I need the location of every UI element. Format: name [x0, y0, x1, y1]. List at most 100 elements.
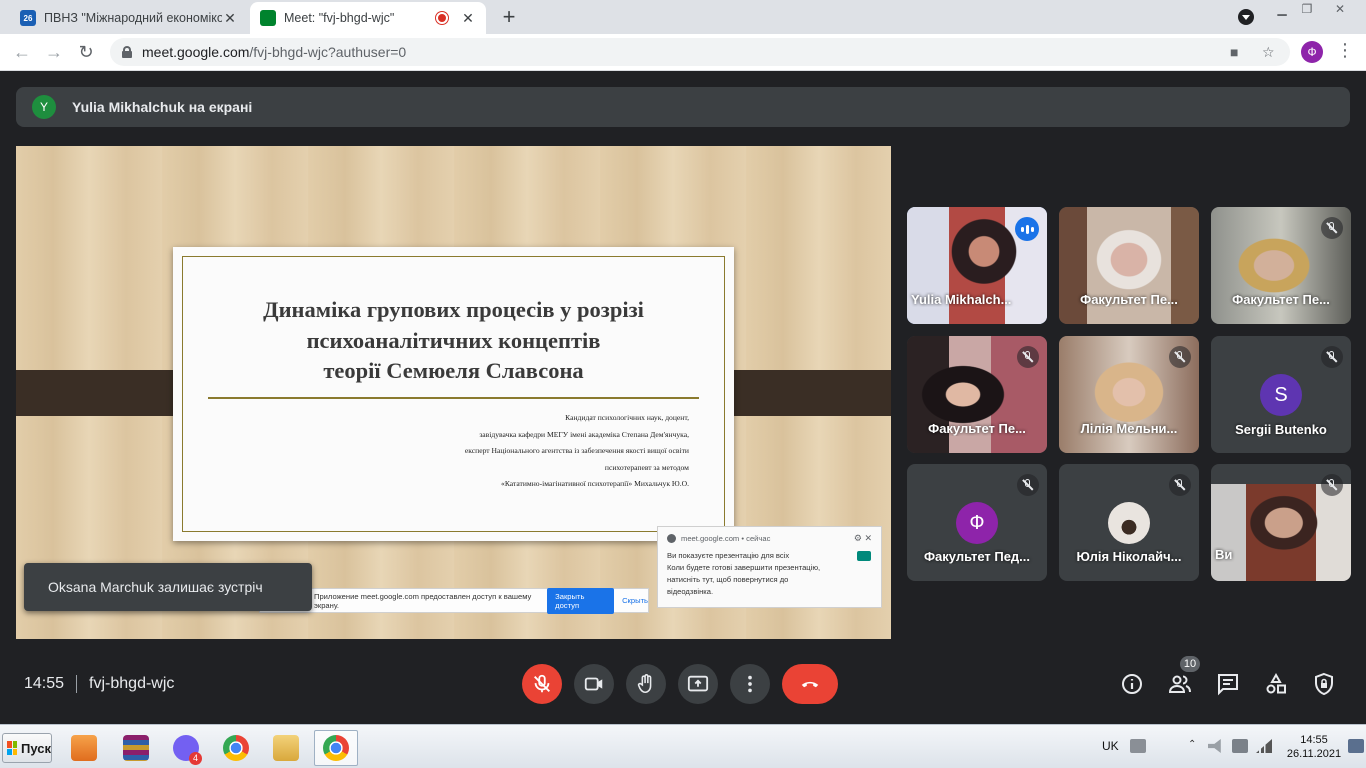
speaking-indicator-icon [1015, 217, 1039, 241]
more-options-button[interactable] [730, 664, 770, 704]
minimize-window-button[interactable]: ▁ [1268, 0, 1296, 18]
windows-logo-icon [7, 741, 17, 755]
participant-tile[interactable]: Факультет Пе... [1059, 207, 1199, 324]
hand-icon [637, 674, 652, 694]
tab-search-icon[interactable] [1238, 9, 1254, 25]
media-player-icon [71, 735, 97, 761]
taskbar-winrar[interactable] [114, 730, 158, 766]
presenter-avatar: Y [32, 95, 56, 119]
chat-button[interactable] [1215, 671, 1241, 697]
restore-window-button[interactable]: ❐ [1293, 0, 1321, 18]
winrar-icon [123, 735, 149, 761]
close-tab-icon[interactable]: ✕ [460, 10, 476, 27]
forward-arrow-icon[interactable]: → [42, 40, 66, 64]
tab-title: ПВНЗ "Міжнародний економіко [44, 11, 222, 25]
taskbar-chrome[interactable] [214, 730, 258, 766]
participant-tile[interactable]: Yulia Mikhalch... [907, 207, 1047, 324]
muted-mic-icon [1321, 474, 1343, 496]
present-screen-button[interactable] [678, 664, 718, 704]
browser-tab-meet[interactable]: Meet: "fvj-bhgd-wjc" ✕ [250, 2, 486, 34]
muted-mic-icon [1169, 474, 1191, 496]
host-controls-button[interactable] [1311, 671, 1337, 697]
slide-right-band [714, 370, 891, 416]
participant-avatar-photo [1108, 502, 1150, 544]
meeting-details-button[interactable] [1119, 671, 1145, 697]
slide-left-band [16, 370, 192, 416]
system-clock[interactable]: 14:55 26.11.2021 [1284, 733, 1344, 761]
show-desktop-icon[interactable] [1348, 739, 1364, 753]
slide-subtitle: Кандидат психологічних наук, доцент, зав… [464, 413, 689, 488]
muted-mic-icon [1321, 346, 1343, 368]
shield-lock-icon [1315, 672, 1333, 696]
address-bar[interactable]: meet.google.com/fvj-bhgd-wjc?authuser=0 … [110, 38, 1290, 66]
people-icon [1168, 675, 1191, 693]
bookmark-star-icon[interactable]: ☆ [1262, 44, 1275, 61]
browser-menu-icon[interactable]: ⋮ [1336, 40, 1354, 61]
activities-button[interactable] [1263, 671, 1289, 697]
start-button[interactable]: Пуск [2, 733, 52, 763]
back-arrow-icon[interactable]: ← [10, 40, 34, 64]
muted-mic-icon [1017, 474, 1039, 496]
url-text: meet.google.com/fvj-bhgd-wjc?authuser=0 [142, 44, 407, 60]
close-window-button[interactable]: ✕ [1326, 0, 1354, 18]
hide-share-bar-button[interactable]: Скрыть [622, 596, 648, 605]
folder-icon [273, 735, 299, 761]
participant-avatar: S [1260, 374, 1302, 416]
new-tab-button[interactable]: + [496, 4, 522, 30]
meet-app-icon [857, 551, 871, 561]
browser-tab-university[interactable]: 26 ПВНЗ "Міжнародний економіко ✕ [10, 2, 248, 34]
participant-tile[interactable]: Лілія Мельни... [1059, 336, 1199, 453]
activities-icon [1266, 672, 1286, 694]
recording-indicator-icon [436, 12, 448, 24]
participant-avatar: Ф [956, 502, 998, 544]
browser-toolbar: ← → ↻ meet.google.com/fvj-bhgd-wjc?authu… [0, 34, 1366, 71]
participant-tile[interactable]: Ф Факультет Пед... [907, 464, 1047, 581]
stop-sharing-button[interactable]: Закрыть доступ [547, 587, 615, 614]
taskbar-media-player[interactable] [62, 730, 106, 766]
browser-tab-strip: 26 ПВНЗ "Міжнародний економіко ✕ Meet: "… [0, 0, 1366, 34]
participant-count-badge: 10 [1180, 656, 1200, 672]
chat-icon [1218, 674, 1238, 696]
participant-tile-self[interactable]: Ви [1211, 464, 1351, 581]
camera-toggle-button[interactable] [574, 664, 614, 704]
leave-call-button[interactable] [782, 664, 838, 704]
presenting-notification[interactable]: meet.google.com • сейчас ⚙ ✕ Ви показуєт… [657, 526, 882, 608]
chrome-icon [223, 735, 249, 761]
presenter-banner: Y Yulia Mikhalchuk на екрані [16, 87, 1350, 127]
participant-tile[interactable]: Факультет Пе... [907, 336, 1047, 453]
meeting-code: fvj-bhgd-wjc [89, 675, 175, 692]
hang-up-icon [801, 681, 819, 688]
taskbar-viber[interactable]: 4 [164, 730, 208, 766]
keyboard-icon[interactable] [1130, 739, 1146, 753]
participant-tile[interactable]: Юлія Ніколайч... [1059, 464, 1199, 581]
notification-close-icon[interactable]: ⚙ ✕ [854, 533, 872, 544]
slide-title: Динаміка групових процесів у розрізі пси… [263, 297, 644, 383]
volume-icon[interactable] [1208, 739, 1221, 753]
self-video [1211, 484, 1351, 581]
muted-mic-icon [1321, 217, 1343, 239]
presentation-slide: Динаміка групових процесів у розрізі пси… [173, 247, 734, 541]
reload-icon[interactable]: ↻ [74, 40, 98, 64]
camera-in-use-icon[interactable]: ■ [1230, 44, 1238, 60]
tab-title: Meet: "fvj-bhgd-wjc" [284, 11, 395, 25]
taskbar-chrome-profile[interactable] [314, 730, 358, 766]
muted-mic-icon [1169, 346, 1191, 368]
raise-hand-button[interactable] [626, 664, 666, 704]
network-icon[interactable] [1256, 739, 1272, 753]
mic-toggle-button[interactable] [522, 664, 562, 704]
close-tab-icon[interactable]: ✕ [222, 10, 238, 27]
windows-taskbar: Пуск 4 UK ⌃ 14:55 26.11.2021 [0, 724, 1366, 768]
mic-off-icon [534, 674, 550, 693]
profile-avatar[interactable]: Ф [1301, 41, 1323, 63]
taskbar-explorer[interactable] [264, 730, 308, 766]
show-hidden-icons-icon[interactable]: ⌃ [1188, 739, 1198, 753]
lock-icon[interactable] [122, 46, 132, 58]
calendar-favicon-icon: 26 [20, 10, 36, 26]
participant-tile[interactable]: S Sergii Butenko [1211, 336, 1351, 453]
input-language[interactable]: UK [1102, 739, 1119, 753]
chrome-icon [323, 735, 349, 761]
power-icon[interactable] [1232, 739, 1248, 753]
participant-tile[interactable]: Факультет Пе... [1211, 207, 1351, 324]
meeting-info: 14:55 fvj-bhgd-wjc [24, 675, 174, 693]
participants-button[interactable] [1167, 671, 1193, 697]
